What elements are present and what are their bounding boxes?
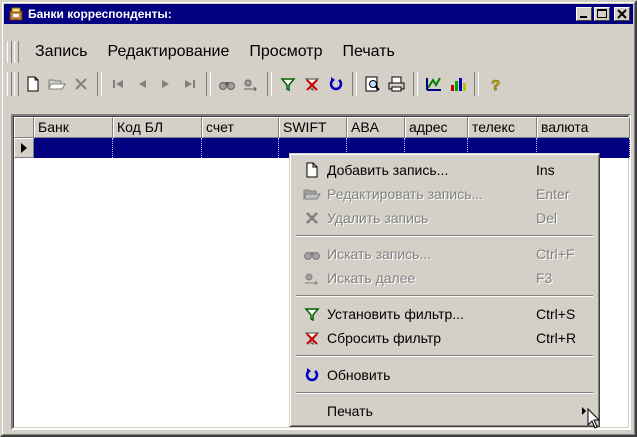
current-row-arrow-icon <box>21 143 27 153</box>
menu-item-label: Сбросить фильтр <box>327 330 442 346</box>
open-folder-icon[interactable] <box>45 72 69 96</box>
find-icon[interactable] <box>215 72 239 96</box>
toolbar-separator <box>413 72 418 96</box>
row-indicator[interactable] <box>14 138 34 158</box>
refresh-icon[interactable] <box>324 72 348 96</box>
menu-print[interactable]: Печать <box>332 43 404 61</box>
header-corner <box>14 117 34 138</box>
delete-icon[interactable] <box>69 72 93 96</box>
window-title: Банки корреспонденты: <box>28 7 172 21</box>
menu-edit[interactable]: Редактирование <box>98 43 240 61</box>
toolbar-separator <box>97 72 102 96</box>
menubar-grip-2[interactable] <box>14 41 19 63</box>
app-icon <box>9 7 23 21</box>
menu-item-label: Искать запись... <box>327 246 432 262</box>
menu-item-print[interactable]: Печать <box>293 399 596 423</box>
prev-record-icon[interactable] <box>130 72 154 96</box>
column-header-address[interactable]: адрес <box>405 117 468 138</box>
menu-item-edit-record[interactable]: Редактировать запись... Enter <box>293 182 596 206</box>
help-icon[interactable]: ? <box>483 72 507 96</box>
maximize-button[interactable] <box>594 7 610 21</box>
find-icon <box>303 245 321 263</box>
toolbar-grip-2[interactable] <box>14 72 19 96</box>
filter-icon <box>303 305 321 323</box>
svg-text:?: ? <box>491 77 500 92</box>
column-header-aba[interactable]: ABA <box>347 117 405 138</box>
column-header-telex[interactable]: телекс <box>468 117 537 138</box>
menu-item-label: Удалить запись <box>327 210 429 226</box>
menu-item-label: Добавить запись... <box>327 162 449 178</box>
menu-separator <box>296 235 593 237</box>
menu-item-label: Искать далее <box>327 270 416 286</box>
close-button[interactable] <box>614 7 630 21</box>
menu-item-shortcut: Ctrl+R <box>536 330 577 346</box>
menubar-grip[interactable] <box>7 41 12 63</box>
minimize-button[interactable] <box>576 7 592 21</box>
menu-item-add-record[interactable]: Добавить запись... Ins <box>293 158 596 182</box>
chart-icon[interactable] <box>446 72 470 96</box>
toolbar-separator <box>206 72 211 96</box>
first-record-icon[interactable] <box>106 72 130 96</box>
menu-item-label: Редактировать запись... <box>327 186 484 202</box>
submenu-arrow-icon <box>582 407 586 415</box>
menu-item-label: Печать <box>327 403 373 419</box>
menu-item-label: Установить фильтр... <box>327 306 464 322</box>
printer-icon[interactable] <box>385 72 409 96</box>
table-cell[interactable] <box>113 138 202 158</box>
column-header-account[interactable]: счет <box>202 117 279 138</box>
table-cell[interactable] <box>202 138 279 158</box>
print-preview-icon[interactable] <box>361 72 385 96</box>
menu-item-label: Обновить <box>327 367 391 383</box>
title-bar[interactable]: Банки корреспонденты: <box>4 4 633 24</box>
table-cell[interactable] <box>34 138 113 158</box>
find-next-icon <box>303 269 321 287</box>
menu-item-find-next[interactable]: Искать далее F3 <box>293 266 596 290</box>
toolbar-separator <box>267 72 272 96</box>
report-icon[interactable] <box>422 72 446 96</box>
column-header-swift[interactable]: SWIFT <box>279 117 347 138</box>
menu-view[interactable]: Просмотр <box>239 43 332 61</box>
toolbar-separator <box>474 72 479 96</box>
menu-item-reset-filter[interactable]: Сбросить фильтр Ctrl+R <box>293 326 596 350</box>
print-spacer <box>303 402 321 420</box>
toolbar-separator <box>352 72 357 96</box>
new-record-icon[interactable] <box>21 72 45 96</box>
refresh-icon <box>303 366 321 384</box>
menu-item-shortcut: Del <box>536 210 558 226</box>
menu-item-set-filter[interactable]: Установить фильтр... Ctrl+S <box>293 302 596 326</box>
reset-filter-icon <box>303 329 321 347</box>
menu-bar: Запись Редактирование Просмотр Печать <box>7 37 630 67</box>
last-record-icon[interactable] <box>178 72 202 96</box>
open-folder-icon <box>303 185 321 203</box>
grid-header: Банк Код БЛ счет SWIFT ABA адрес телекс … <box>14 117 630 138</box>
menu-item-refresh[interactable]: Обновить <box>293 363 596 387</box>
find-next-icon[interactable] <box>239 72 263 96</box>
new-record-icon <box>303 161 321 179</box>
toolbar-grip[interactable] <box>7 72 12 96</box>
context-menu: Добавить запись... Ins Редактировать зап… <box>289 153 600 427</box>
menu-separator <box>296 295 593 297</box>
menu-item-delete-record[interactable]: Удалить запись Del <box>293 206 596 230</box>
main-window: Банки корреспонденты: Запись Редактирова… <box>0 0 637 437</box>
menu-item-find-record[interactable]: Искать запись... Ctrl+F <box>293 242 596 266</box>
menu-separator <box>296 355 593 357</box>
next-record-icon[interactable] <box>154 72 178 96</box>
filter-icon[interactable] <box>276 72 300 96</box>
menu-item-shortcut: Ctrl+F <box>536 246 575 262</box>
reset-filter-icon[interactable] <box>300 72 324 96</box>
mouse-cursor-icon <box>587 408 601 429</box>
menu-separator <box>296 392 593 394</box>
menu-item-shortcut: F3 <box>536 270 553 286</box>
delete-icon <box>303 209 321 227</box>
menu-item-shortcut: Enter <box>536 186 570 202</box>
menu-record[interactable]: Запись <box>25 43 98 61</box>
column-header-bank[interactable]: Банк <box>34 117 113 138</box>
toolbar: ? <box>7 68 630 100</box>
menu-item-shortcut: Ins <box>536 162 555 178</box>
menu-item-shortcut: Ctrl+S <box>536 306 576 322</box>
column-header-code[interactable]: Код БЛ <box>113 117 202 138</box>
column-header-currency[interactable]: валюта <box>537 117 630 138</box>
